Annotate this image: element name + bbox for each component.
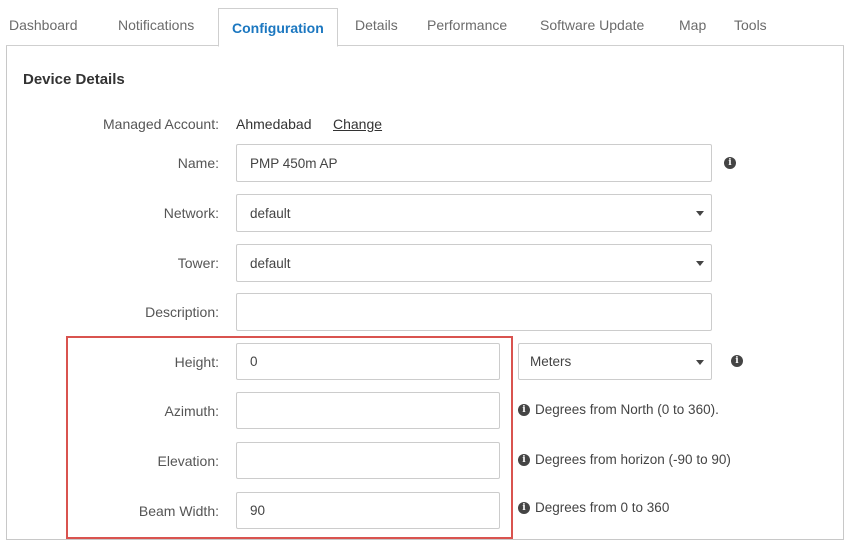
info-icon[interactable]: i xyxy=(518,454,530,466)
managed-account-value: Ahmedabad xyxy=(236,116,312,132)
beam-width-input-value: 90 xyxy=(250,503,266,518)
chevron-down-icon xyxy=(696,211,704,216)
tab-performance[interactable]: Performance xyxy=(427,4,507,46)
info-icon[interactable]: i xyxy=(731,355,743,367)
height-label: Height: xyxy=(174,354,219,370)
name-input[interactable]: PMP 450m AP xyxy=(236,144,712,182)
info-icon[interactable]: i xyxy=(518,502,530,514)
info-icon[interactable]: i xyxy=(518,404,530,416)
name-label: Name: xyxy=(177,155,219,171)
chevron-down-icon xyxy=(696,261,704,266)
tower-select[interactable]: default xyxy=(236,244,712,282)
chevron-down-icon xyxy=(696,360,704,365)
tower-select-value: default xyxy=(250,255,291,271)
tab-notifications[interactable]: Notifications xyxy=(118,4,194,46)
tab-map[interactable]: Map xyxy=(679,4,706,46)
description-label: Description: xyxy=(145,304,219,320)
beam-width-label: Beam Width: xyxy=(138,503,219,519)
tab-tools[interactable]: Tools xyxy=(734,4,767,46)
change-account-link[interactable]: Change xyxy=(333,116,382,132)
azimuth-label: Azimuth: xyxy=(164,403,219,419)
elevation-hint: Degrees from horizon (-90 to 90) xyxy=(535,452,731,467)
section-title: Device Details xyxy=(23,71,125,88)
height-input-value: 0 xyxy=(250,354,258,369)
beam-width-input[interactable]: 90 xyxy=(236,492,500,529)
managed-account-label: Managed Account: xyxy=(103,116,219,132)
network-select-value: default xyxy=(250,205,291,221)
tab-software-update[interactable]: Software Update xyxy=(540,4,644,46)
elevation-input[interactable] xyxy=(236,442,500,479)
tower-label: Tower: xyxy=(177,255,219,271)
azimuth-hint: Degrees from North (0 to 360). xyxy=(535,402,719,417)
network-label: Network: xyxy=(163,205,219,221)
tab-bar: Dashboard Notifications Configuration De… xyxy=(6,4,844,47)
name-input-value: PMP 450m AP xyxy=(250,155,338,171)
tab-configuration[interactable]: Configuration xyxy=(218,8,338,47)
azimuth-input[interactable] xyxy=(236,392,500,429)
height-input[interactable]: 0 xyxy=(236,343,500,380)
height-unit-value: Meters xyxy=(530,354,572,369)
description-input[interactable] xyxy=(236,293,712,331)
beam-width-hint: Degrees from 0 to 360 xyxy=(535,500,670,515)
network-select[interactable]: default xyxy=(236,194,712,232)
info-icon[interactable]: i xyxy=(724,157,736,169)
tab-dashboard[interactable]: Dashboard xyxy=(9,4,78,46)
height-unit-select[interactable]: Meters xyxy=(518,343,712,380)
tab-details[interactable]: Details xyxy=(355,4,398,46)
elevation-label: Elevation: xyxy=(157,453,219,469)
